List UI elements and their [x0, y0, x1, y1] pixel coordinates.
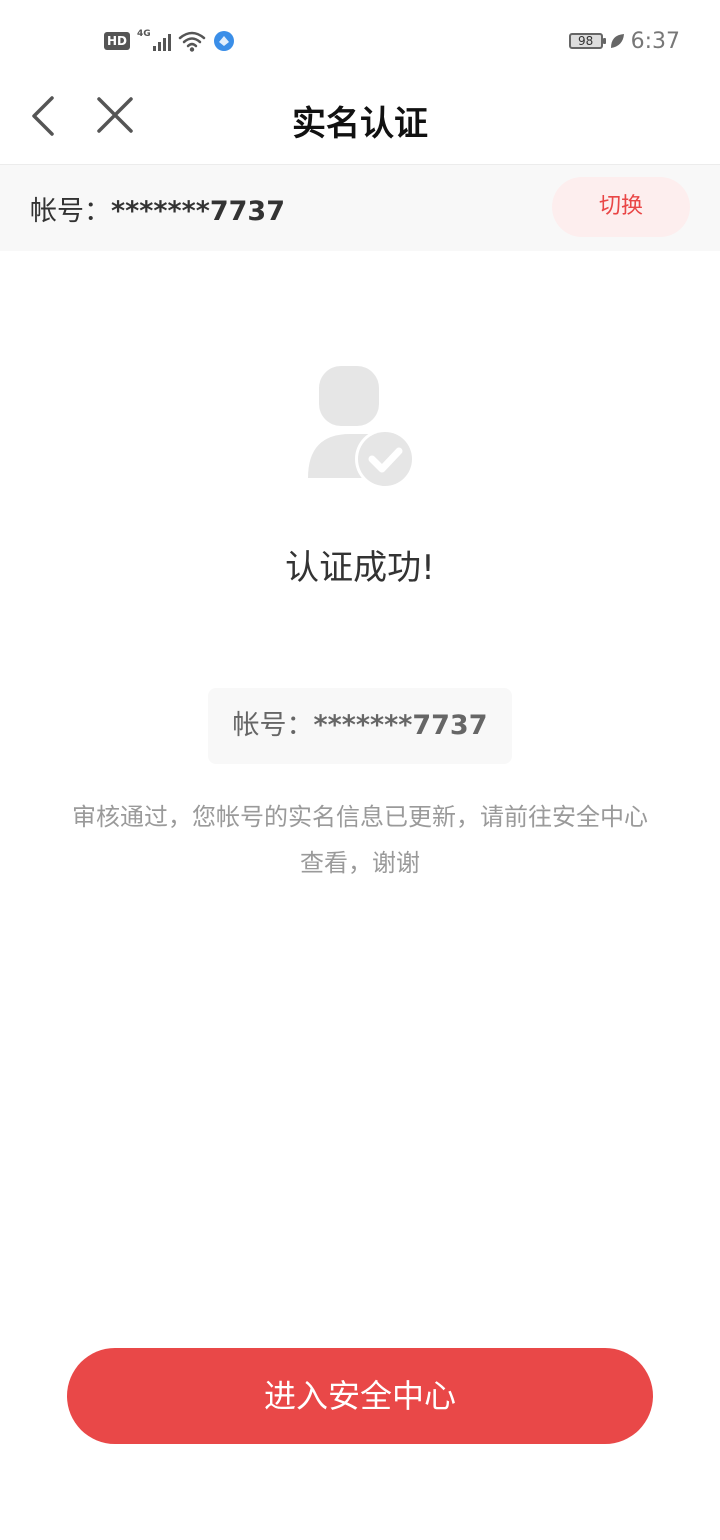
nav-bar: 实名认证 — [0, 80, 720, 165]
verified-account-number: *******7737 — [313, 710, 488, 741]
app-notification-icon — [214, 31, 235, 51]
account-info: 帐号：*******7737 — [30, 189, 285, 228]
verified-account-card: 帐号：*******7737 — [208, 688, 512, 764]
clock-time: 6:37 — [630, 28, 680, 54]
account-number: *******7737 — [111, 196, 285, 227]
leaf-icon — [610, 34, 624, 48]
account-bar: 帐号：*******7737 切换 — [0, 165, 720, 251]
status-icons-left: HD 4G — [104, 28, 235, 54]
result-description: 审核通过，您帐号的实名信息已更新，请前往安全中心查看，谢谢 — [72, 803, 648, 877]
enter-security-center-button[interactable]: 进入安全中心 — [67, 1348, 653, 1444]
switch-account-button[interactable]: 切换 — [552, 177, 690, 237]
status-bar: HD 4G 98 6:37 — [0, 0, 720, 80]
success-title: 认证成功! — [285, 548, 435, 588]
battery-icon: 98 — [568, 33, 606, 49]
network-type-label: 4G — [137, 29, 151, 39]
page-title: 实名认证 — [292, 104, 428, 144]
status-icons-right: 98 6:37 — [568, 28, 680, 54]
signal-icon: 4G — [137, 29, 172, 53]
hd-badge: HD — [104, 32, 131, 50]
verified-account-label: 帐号： — [232, 710, 314, 741]
user-verified-icon — [308, 366, 415, 489]
account-label: 帐号： — [30, 196, 111, 227]
wifi-icon — [178, 31, 206, 52]
